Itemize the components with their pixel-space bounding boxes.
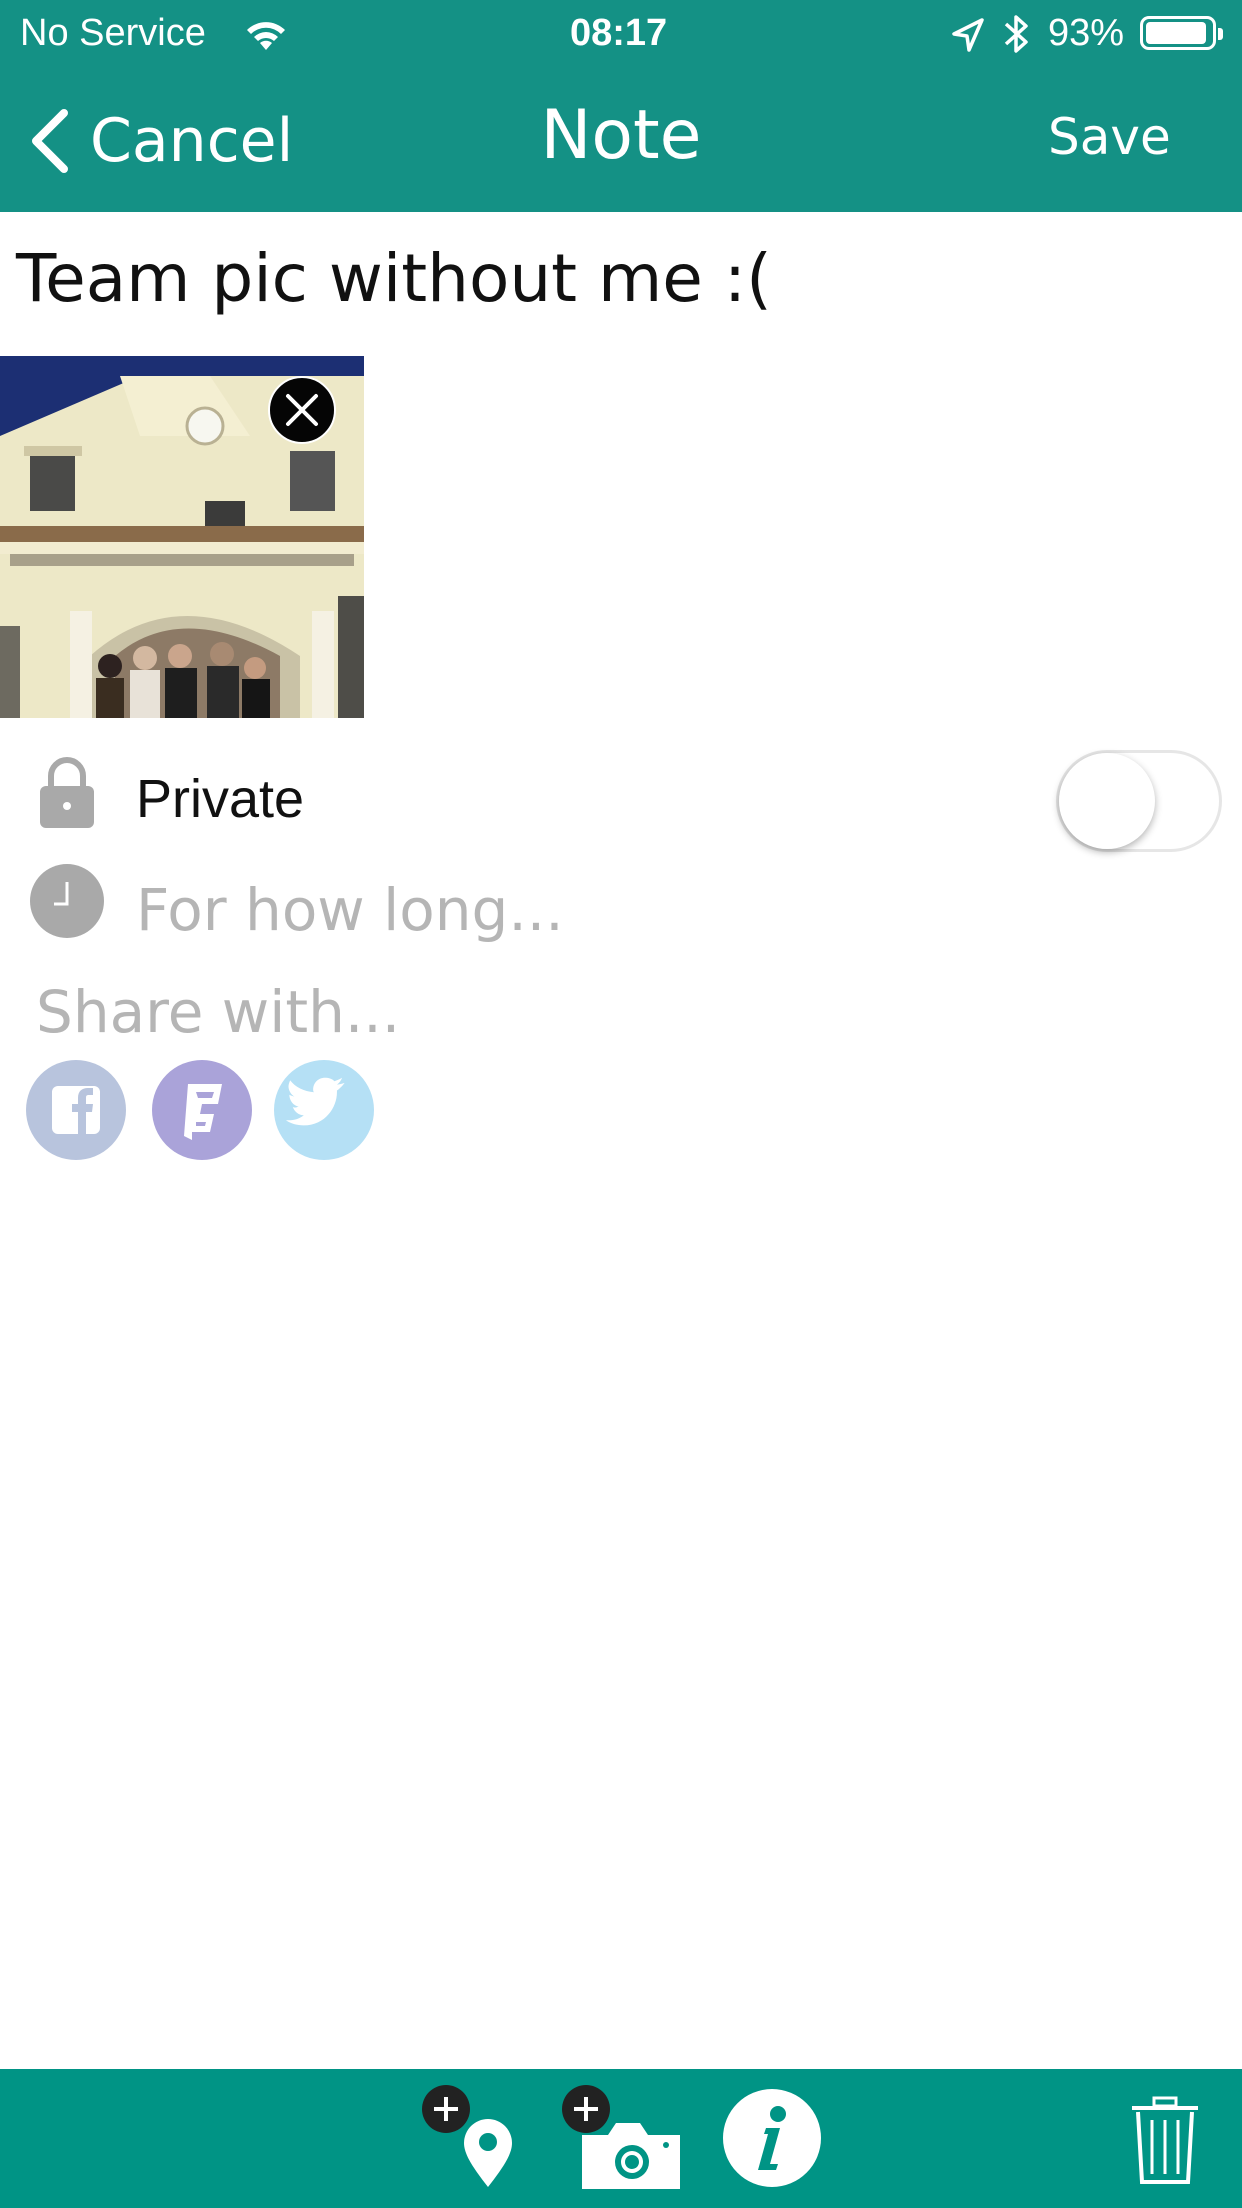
share-label: Share with... bbox=[36, 978, 401, 1046]
location-arrow-icon bbox=[952, 18, 984, 52]
save-button[interactable]: Save bbox=[1048, 108, 1171, 166]
battery-fill bbox=[1146, 22, 1206, 44]
lock-icon bbox=[40, 757, 94, 828]
facebook-icon bbox=[52, 1086, 100, 1134]
info-button[interactable] bbox=[722, 2088, 822, 2188]
trash-icon bbox=[1132, 2096, 1198, 2184]
add-photo-icon bbox=[562, 2085, 680, 2189]
status-battery-percent: 93% bbox=[1048, 12, 1125, 54]
status-carrier: No Service bbox=[20, 12, 206, 54]
clock-icon bbox=[30, 864, 104, 938]
add-location-button[interactable] bbox=[420, 2085, 530, 2195]
share-facebook-button[interactable] bbox=[26, 1060, 126, 1160]
twitter-icon bbox=[285, 1077, 345, 1126]
share-twitter-button[interactable] bbox=[274, 1060, 374, 1160]
add-photo-button[interactable] bbox=[560, 2085, 684, 2195]
status-time: 08:17 bbox=[570, 12, 668, 54]
wifi-icon bbox=[247, 22, 285, 50]
add-location-icon bbox=[422, 2085, 512, 2187]
bluetooth-icon bbox=[1004, 15, 1028, 53]
note-title[interactable]: Team pic without me :( bbox=[16, 240, 772, 317]
toggle-knob bbox=[1059, 753, 1155, 849]
foursquare-icon bbox=[184, 1084, 222, 1140]
battery-icon bbox=[1140, 16, 1223, 50]
close-icon bbox=[286, 394, 318, 426]
info-icon bbox=[723, 2089, 821, 2187]
duration-input[interactable]: For how long... bbox=[136, 876, 564, 944]
delete-button[interactable] bbox=[1130, 2096, 1200, 2186]
remove-photo-button[interactable] bbox=[268, 376, 336, 444]
private-toggle[interactable] bbox=[1056, 750, 1222, 852]
private-label: Private bbox=[136, 769, 305, 829]
share-foursquare-button[interactable] bbox=[152, 1060, 252, 1160]
